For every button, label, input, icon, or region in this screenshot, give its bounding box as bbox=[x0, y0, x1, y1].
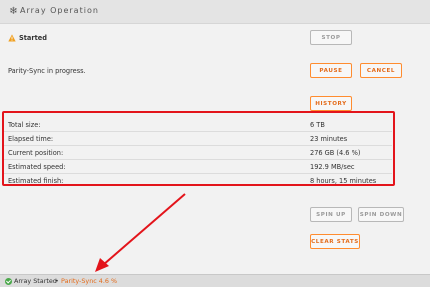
cancel-button[interactable]: CANCEL bbox=[360, 63, 402, 78]
gear-icon: ❄ bbox=[9, 6, 18, 17]
status-bar: Array Started • Parity-Sync 4.6 % bbox=[0, 274, 430, 287]
clear-stats-button[interactable]: CLEAR STATS bbox=[310, 234, 360, 249]
sync-progress-message: Parity-Sync in progress. bbox=[8, 67, 86, 75]
pause-button[interactable]: PAUSE bbox=[310, 63, 352, 78]
parity-sync-status-link[interactable]: Parity-Sync 4.6 % bbox=[61, 277, 117, 285]
array-status-text: Array Started bbox=[14, 277, 57, 285]
panel-title: Array Operation bbox=[20, 6, 99, 15]
spin-down-button[interactable]: SPIN DOWN bbox=[358, 207, 404, 222]
array-state-label: Started bbox=[19, 34, 47, 42]
array-operation-panel: ❄ Array Operation Started STOP Parity-Sy… bbox=[0, 0, 430, 274]
highlight-box bbox=[2, 111, 395, 186]
status-separator: • bbox=[55, 277, 59, 285]
panel-header: ❄ Array Operation bbox=[0, 0, 430, 24]
check-circle-icon bbox=[5, 278, 12, 285]
spin-up-button[interactable]: SPIN UP bbox=[310, 207, 352, 222]
history-button[interactable]: HISTORY bbox=[310, 96, 352, 111]
stop-button[interactable]: STOP bbox=[310, 30, 352, 45]
warning-icon bbox=[8, 34, 16, 42]
